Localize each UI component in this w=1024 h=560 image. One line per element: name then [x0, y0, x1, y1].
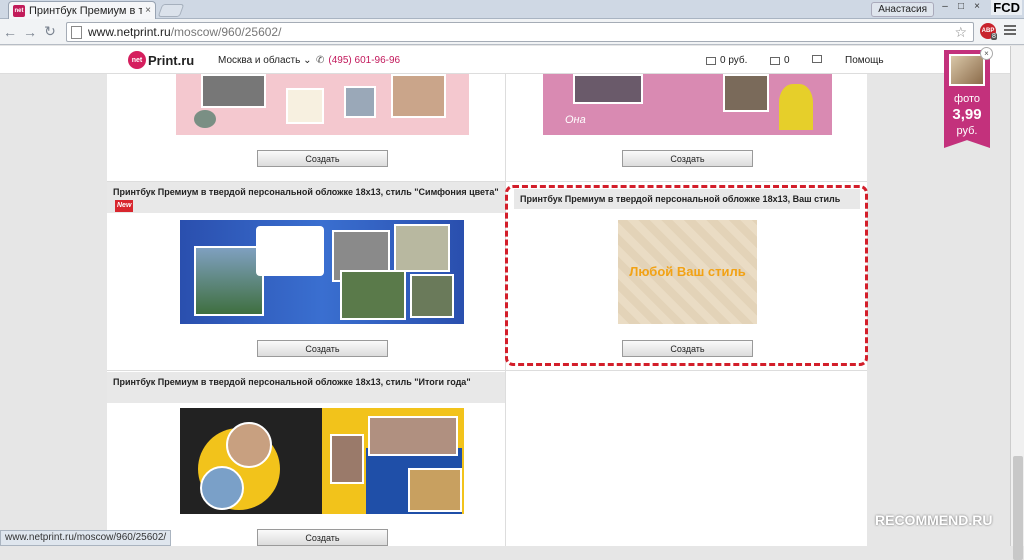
scroll-thumb[interactable] — [1013, 456, 1023, 560]
close-window-icon[interactable]: × — [970, 0, 984, 14]
adblock-count: 8 — [991, 33, 997, 40]
wallet-icon — [706, 56, 716, 65]
reload-icon[interactable]: ↻ — [40, 23, 60, 40]
promo-close-icon[interactable]: × — [980, 47, 993, 60]
promo-price: 3,99 — [952, 106, 982, 123]
create-button[interactable]: Создать — [257, 529, 388, 546]
window-controls: – □ × — [938, 0, 984, 14]
create-button[interactable]: Создать — [257, 340, 388, 357]
product-title: Принтбук Премиум в твердой персональной … — [107, 372, 505, 403]
minimize-icon[interactable]: – — [938, 0, 952, 14]
corner-tag: FCD — [991, 0, 1022, 15]
help-link[interactable]: Помощь — [845, 55, 884, 66]
login-icon — [812, 55, 822, 63]
product-preview-image[interactable] — [180, 408, 464, 514]
login-button[interactable] — [812, 55, 826, 63]
forward-icon[interactable]: → — [20, 24, 40, 40]
account-balance[interactable]: 0 руб. — [706, 55, 747, 66]
product-preview-image[interactable]: Она — [543, 74, 832, 135]
tab-close-icon[interactable]: × — [145, 5, 151, 16]
new-badge: New — [115, 200, 134, 212]
product-preview-image[interactable] — [180, 220, 464, 324]
tab-bar: net Принтбук Премиум в тве × Анастасия –… — [0, 0, 1024, 19]
printer-icon — [770, 56, 780, 65]
phone-text: (495) 601-96-96 — [328, 55, 401, 66]
promo-label: фото — [954, 93, 980, 105]
cart[interactable]: 0 — [770, 55, 790, 66]
menu-icon[interactable] — [1004, 25, 1016, 37]
highlight-frame — [505, 185, 868, 366]
browser-tab[interactable]: net Принтбук Премиум в тве × — [8, 1, 156, 19]
back-icon[interactable]: ← — [0, 24, 20, 40]
page-icon — [71, 25, 82, 39]
page-scrollbar[interactable] — [1010, 46, 1024, 560]
address-bar[interactable]: www.netprint.ru /moscow/960/25602/ ☆ — [66, 22, 974, 42]
product-preview-image[interactable] — [176, 74, 469, 135]
photo-price-promo[interactable]: фото 3,99 руб. — [944, 50, 990, 148]
bookmark-star-icon[interactable]: ☆ — [954, 24, 967, 41]
site-header: net Print.ru Москва и область ⌄ ✆ (495) 6… — [0, 46, 1010, 74]
region-selector[interactable]: Москва и область ⌄ — [218, 55, 311, 66]
phone-icon: ✆ — [316, 55, 325, 66]
cart-count: 0 — [784, 55, 790, 66]
row-divider — [107, 370, 867, 371]
logo-mark: net — [128, 51, 146, 69]
balance-text: 0 руб. — [720, 55, 748, 66]
watermark: RECOMMEND.RU — [875, 512, 993, 528]
product-title: Принтбук Премиум в твердой персональной … — [107, 182, 505, 213]
new-tab-button[interactable] — [157, 4, 185, 17]
tab-title: Принтбук Премиум в тве — [29, 4, 143, 17]
logo-text: Print.ru — [148, 52, 195, 68]
site-logo[interactable]: net Print.ru — [128, 51, 194, 69]
image-caption: Она — [565, 114, 586, 126]
status-bar: www.netprint.ru/moscow/960/25602/ — [0, 530, 172, 546]
create-button[interactable]: Создать — [622, 150, 753, 167]
create-button[interactable]: Создать — [257, 150, 388, 167]
url-host: www.netprint.ru — [88, 25, 171, 39]
phone-number: ✆ (495) 601-96-96 — [316, 55, 400, 66]
url-path: /moscow/960/25602/ — [170, 25, 282, 39]
promo-unit: руб. — [956, 125, 978, 137]
maximize-icon[interactable]: □ — [954, 0, 968, 14]
profile-name[interactable]: Анастасия — [871, 2, 934, 17]
toolbar: ← → ↻ www.netprint.ru /moscow/960/25602/… — [0, 19, 1024, 45]
netprint-favicon-icon: net — [13, 4, 25, 17]
promo-photo-image — [949, 54, 985, 86]
